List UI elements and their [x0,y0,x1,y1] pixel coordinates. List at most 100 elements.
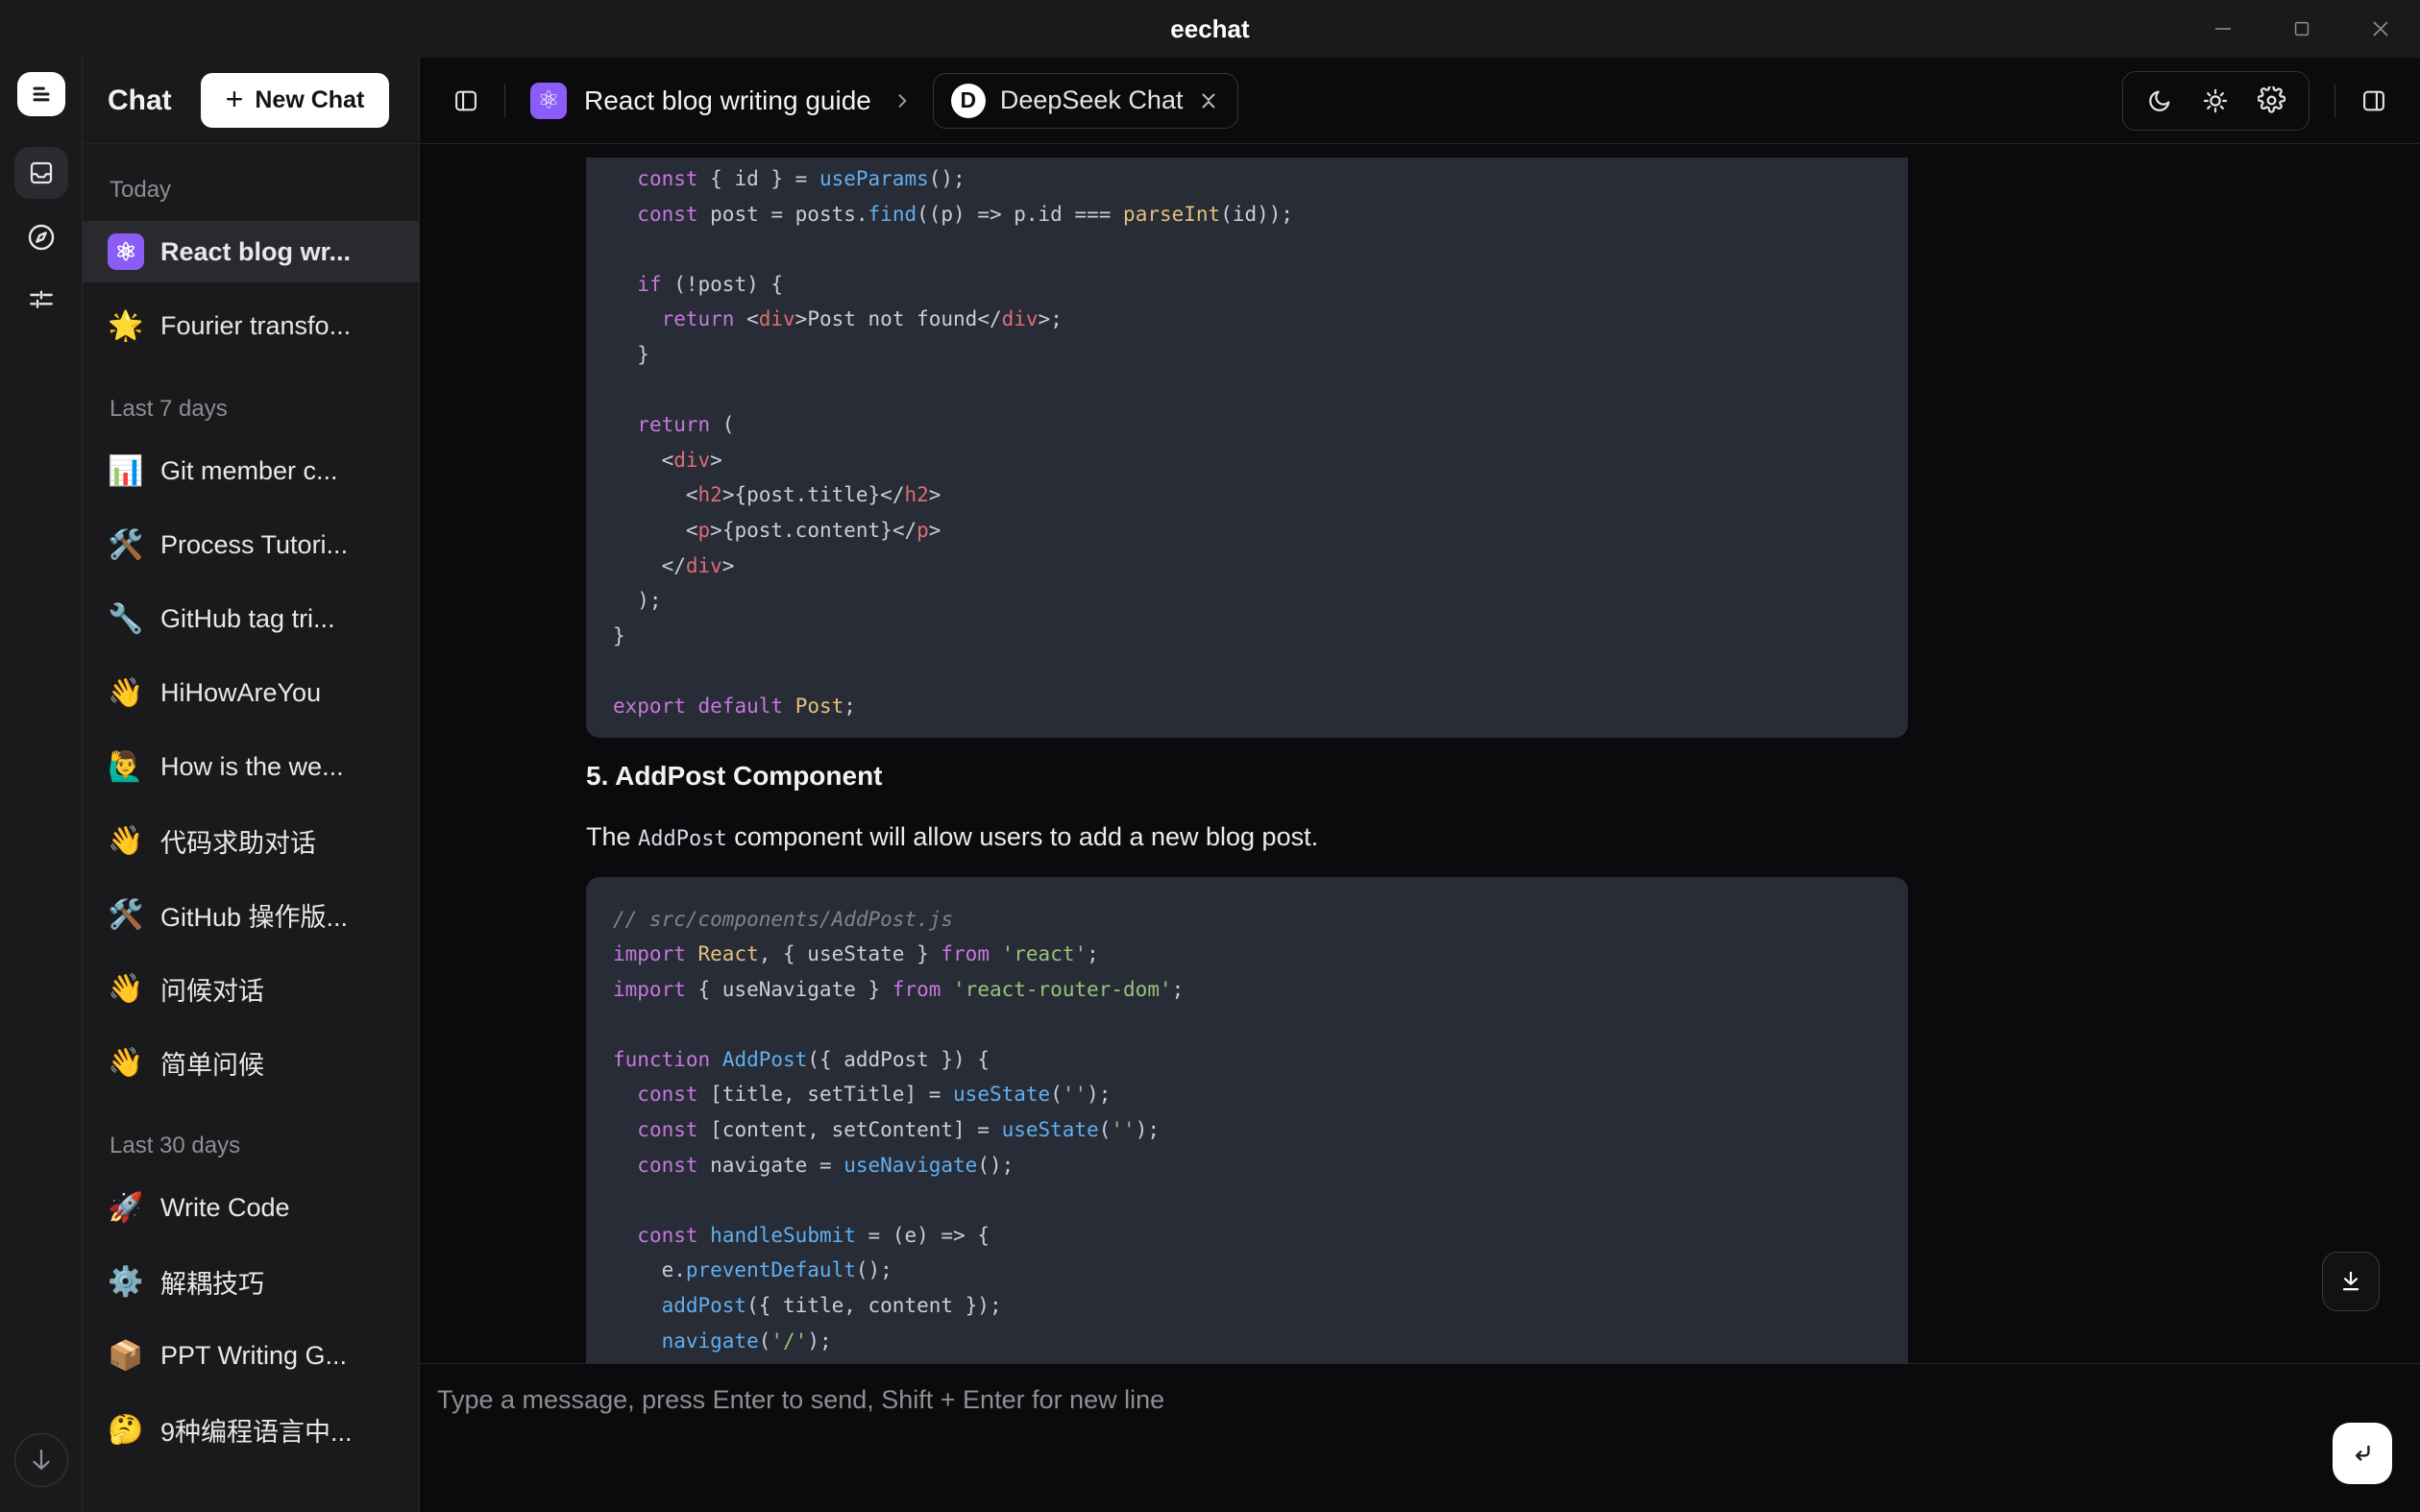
download-arrow-icon [2338,1269,2363,1294]
chat-list-item[interactable]: 🌟Fourier transfo... [83,295,419,356]
chat-emoji-icon: 🚀 [108,1191,144,1225]
chat-list-item[interactable]: 🚀 Write Code [83,1177,419,1238]
sidebar-header: Chat + New Chat [83,58,419,144]
chat-emoji-icon: 👋 [108,824,144,858]
plus-icon: + [226,84,244,114]
app-logo[interactable] [17,72,65,116]
main-panel: ⚛ React blog writing guide D DeepSeek Ch… [420,58,2420,1512]
collapse-x-icon[interactable] [1197,89,1220,112]
sidebar-item-discover[interactable] [14,216,68,258]
chat-emoji-icon: 🌟 [108,309,144,343]
chat-item-label: 简单问候 [160,1044,264,1082]
section-label: Last 30 days [83,1133,419,1159]
breadcrumb: React blog writing guide [584,85,871,116]
chat-emoji-icon: 👋 [108,1046,144,1080]
window-title: eechat [1170,14,1249,44]
section-heading: 5. AddPost Component [586,761,1908,792]
header-right-divider [2334,85,2335,117]
section-label: Last 7 days [83,396,419,423]
chat-emoji-icon: 🤔 [108,1413,144,1447]
chat-list-item[interactable]: ⚛ React blog wr... [83,221,419,282]
chat-list-item[interactable]: 🤔 9种编程语言中... [83,1399,419,1460]
chat-emoji-icon: 🔧 [108,602,144,636]
moon-icon[interactable] [2146,87,2173,114]
chat-list-item[interactable]: 🛠️ Process Tutori... [83,514,419,575]
paragraph-text: component will allow users to add a new … [727,822,1318,851]
chat-emoji-icon: 🛠️ [108,898,144,932]
panel-right-icon[interactable] [2360,87,2387,114]
message-paragraph: The AddPost component will allow users t… [586,822,1908,852]
chat-item-label: Process Tutori... [160,530,348,560]
chat-item-label: GitHub tag tri... [160,604,335,634]
chat-list-item[interactable]: 🔧 GitHub tag tri... [83,588,419,649]
gear-icon[interactable] [2258,86,2286,114]
chat-sidebar: Chat + New Chat Today ⚛ React blog wr... 🌟F… [83,58,420,1512]
enter-return-icon [2349,1440,2376,1467]
minimize-icon[interactable] [2211,16,2236,41]
chat-emoji-icon: 👋 [108,676,144,710]
new-chat-label: New Chat [255,86,364,114]
chat-list-item[interactable]: 🙋‍♂️ How is the we... [83,736,419,797]
chat-item-label: Git member c... [160,456,338,486]
chat-item-label: HiHowAreYou [160,678,321,708]
chat-item-label: 解耦技巧 [160,1263,264,1301]
scroll-to-bottom-button[interactable] [2322,1252,2380,1311]
react-chat-icon: ⚛ [530,83,567,119]
assistant-message: const { id } = useParams(); const post =… [586,158,1908,1363]
react-chat-icon: ⚛ [108,233,144,270]
chat-list-item[interactable]: 📊 Git member c... [83,440,419,501]
close-icon[interactable] [2368,16,2393,41]
send-button[interactable] [2333,1423,2392,1484]
header-right-controls [2122,71,2387,131]
model-tab[interactable]: D DeepSeek Chat [933,73,1239,129]
sun-icon[interactable] [2202,87,2229,114]
chat-item-label: React blog wr... [160,237,351,267]
chat-scroll-area[interactable]: const { id } = useParams(); const post =… [420,144,2420,1363]
sidebar-item-chats[interactable] [14,147,68,199]
inbox-icon [27,159,56,187]
model-tab-label: DeepSeek Chat [1000,85,1184,115]
chat-item-label: How is the we... [160,752,344,782]
arrow-down-circle-icon [27,1446,56,1475]
chat-item-label: PPT Writing G... [160,1341,347,1371]
chat-item-label: Write Code [160,1193,290,1223]
new-chat-button[interactable]: + New Chat [201,73,390,128]
chat-emoji-icon: 📊 [108,454,144,488]
chat-item-label: 9种编程语言中... [160,1411,353,1449]
chat-item-label: 代码求助对话 [160,822,316,860]
sliders-icon [26,283,57,314]
deepseek-avatar: D [951,84,986,118]
window-titlebar: eechat [0,0,2420,58]
chat-list-item[interactable]: 👋 简单问候 [83,1032,419,1093]
nav-rail [0,58,83,1512]
chat-emoji-icon: ⚙️ [108,1265,144,1299]
chat-emoji-icon: 🛠️ [108,528,144,562]
maximize-icon[interactable] [2289,16,2314,41]
chevron-right-icon [892,91,912,110]
chat-item-label: 问候对话 [160,970,264,1008]
chat-list-item[interactable]: 👋 代码求助对话 [83,810,419,871]
chat-list-item[interactable]: 👋 问候对话 [83,958,419,1019]
panel-left-icon[interactable] [452,87,479,114]
chat-emoji-icon: 📦 [108,1339,144,1373]
chat-list-item[interactable]: ⚙️ 解耦技巧 [83,1251,419,1312]
code-block: const { id } = useParams(); const post =… [586,158,1908,738]
message-input[interactable] [437,1385,2262,1415]
paragraph-text: The [586,822,638,851]
chat-emoji-icon: 🙋‍♂️ [108,750,144,784]
sidebar-item-settings[interactable] [14,278,68,320]
compass-icon [26,222,57,253]
chat-item-label: GitHub 操作版... [160,896,348,934]
code-block: // src/components/AddPost.jsimport React… [586,877,1908,1364]
notes-document-icon [28,81,55,108]
chat-list-item[interactable]: 📦 PPT Writing G... [83,1325,419,1386]
rail-scroll-down-button[interactable] [14,1433,68,1487]
chat-list: Today ⚛ React blog wr... 🌟Fourier transfo..… [83,144,419,1512]
main-header: ⚛ React blog writing guide D DeepSeek Ch… [420,58,2420,144]
chat-list-item[interactable]: 👋 HiHowAreYou [83,662,419,723]
chat-list-item[interactable]: 🛠️ GitHub 操作版... [83,884,419,945]
section-label: Today [83,177,419,204]
inline-code: AddPost [638,827,727,851]
theme-controls [2122,71,2310,131]
chat-emoji-icon: 👋 [108,972,144,1006]
